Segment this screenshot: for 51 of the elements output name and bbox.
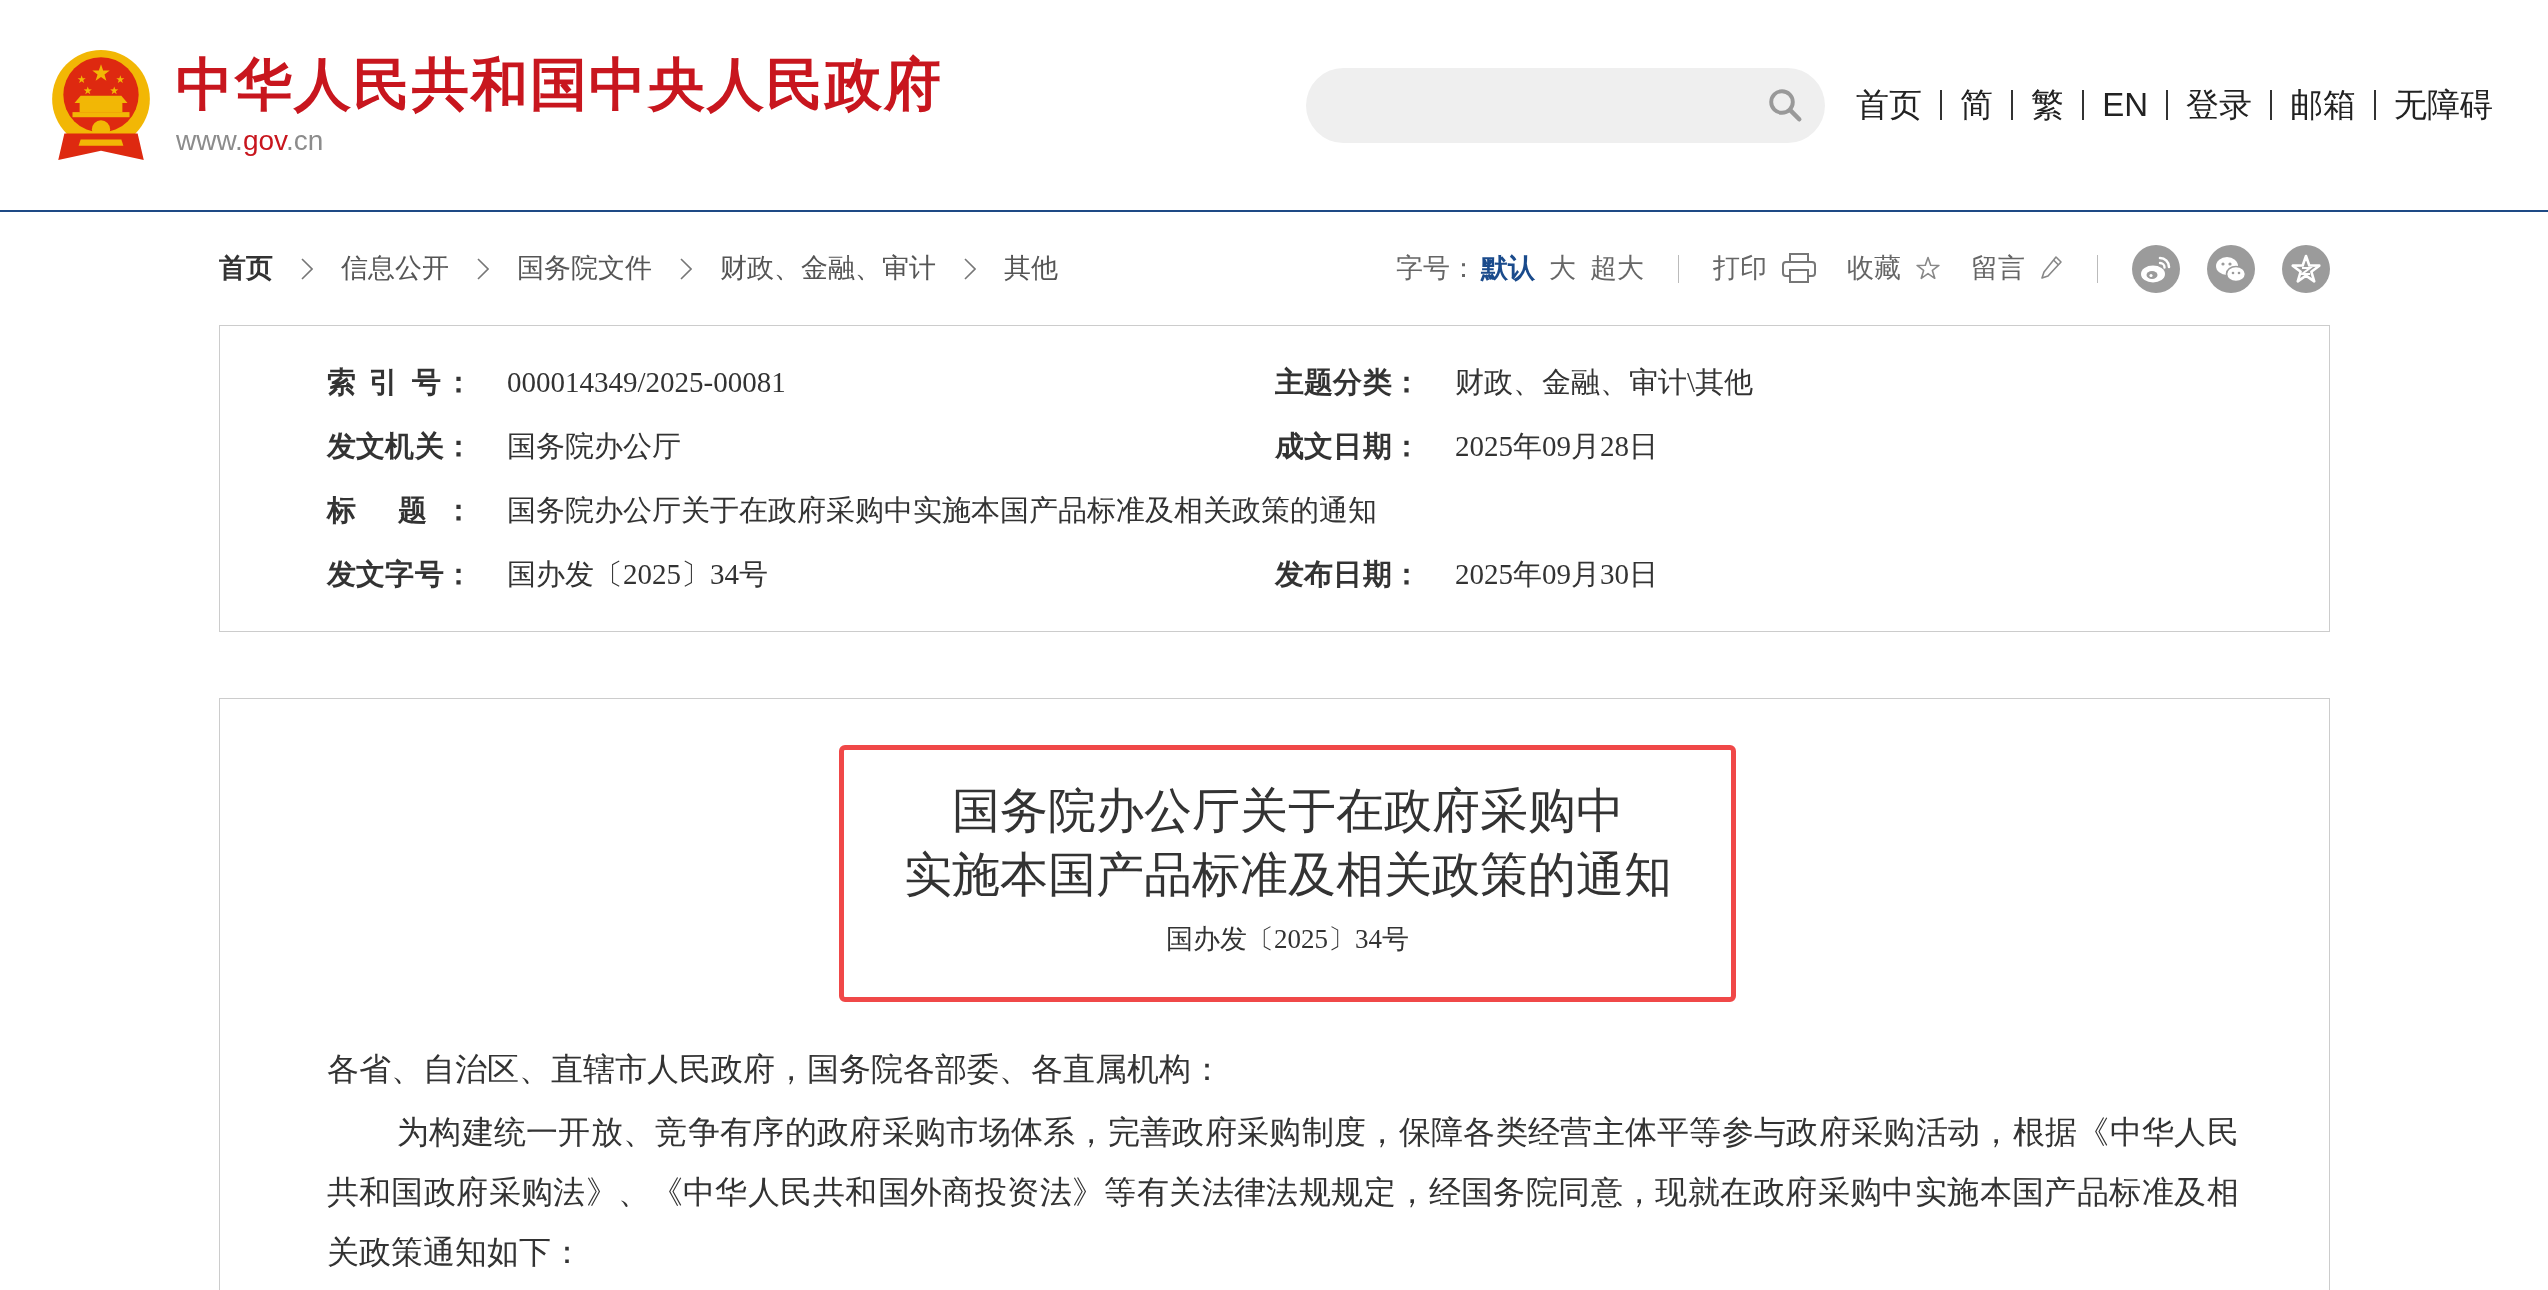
eye-waves-icon[interactable] <box>2131 244 2180 293</box>
breadcrumb-link[interactable]: 国务院文件 <box>516 252 652 285</box>
field-value: 财政、金融、审计\其他 <box>1454 365 1753 400</box>
chevron-right-icon <box>963 257 976 280</box>
salutation-text: 各省、自治区、直辖市人民政府，国务院各部委、各直属机构： <box>326 1050 1223 1089</box>
star-badge-icon[interactable] <box>2281 244 2330 293</box>
printer-icon <box>1780 252 1817 285</box>
field-value: 000014349/2025-00081 <box>506 365 786 400</box>
field-label: 发文机关： <box>326 429 473 464</box>
breadcrumb-link[interactable]: 信息公开 <box>340 252 449 285</box>
favorite-link[interactable]: 收藏 <box>1846 252 1941 285</box>
nav-link[interactable]: EN <box>2102 85 2148 125</box>
document-title: 国务院办公厅关于在政府采购中 实施本国产品标准及相关政策的通知 <box>902 783 1673 903</box>
nav-link[interactable]: 邮箱 <box>2290 85 2356 125</box>
nav-link[interactable]: 简 <box>1960 85 1994 125</box>
font-size-option[interactable]: 超大 <box>1589 252 1644 285</box>
font-size-option[interactable]: 默认 <box>1480 252 1535 285</box>
field-value: 国务院办公厅关于在政府采购中实施本国产品标准及相关政策的通知 <box>506 493 1377 528</box>
chat-bubbles-icon[interactable] <box>2206 244 2255 293</box>
breadcrumb-link[interactable]: 财政、金融、审计 <box>719 252 936 285</box>
field-value: 国务院办公厅 <box>506 429 681 464</box>
field-value: 2025年09月30日 <box>1454 557 1658 592</box>
star-outline-icon <box>1914 255 1941 282</box>
field-value: 2025年09月28日 <box>1454 429 1658 464</box>
nav-link[interactable]: 繁 <box>2031 85 2065 125</box>
chevron-right-icon <box>300 257 313 280</box>
nav-link[interactable]: 登录 <box>2186 85 2252 125</box>
font-size-option[interactable]: 大 <box>1548 252 1576 285</box>
nav-link[interactable]: 首页 <box>1856 85 1923 125</box>
field-value: 国办发〔2025〕34号 <box>506 557 768 592</box>
site-url: www.gov.cn <box>176 123 325 158</box>
field-label: 主题分类： <box>1274 365 1421 400</box>
field-label: 成文日期： <box>1274 429 1421 464</box>
field-label: 标 题： <box>326 493 473 528</box>
search-icon[interactable] <box>1767 87 1804 123</box>
font-size-label: 字号： <box>1395 252 1477 285</box>
print-link[interactable]: 打印 <box>1712 252 1817 285</box>
comment-link[interactable]: 留言 <box>1970 252 2063 285</box>
breadcrumb-link[interactable]: 其他 <box>1003 252 1058 285</box>
chevron-right-icon <box>679 257 692 280</box>
nav-link[interactable]: 无障碍 <box>2394 85 2493 125</box>
field-label: 发文字号： <box>326 557 473 592</box>
site-title: 中华人民共和国中央人民政府 <box>176 52 943 116</box>
breadcrumb-link[interactable]: 首页 <box>218 252 273 285</box>
emblem-icon <box>50 48 152 162</box>
chevron-right-icon <box>476 257 489 280</box>
field-label: 索 引 号： <box>326 365 473 400</box>
field-label: 发布日期： <box>1274 557 1421 592</box>
pencil-icon <box>2038 255 2063 282</box>
document-number: 国办发〔2025〕34号 <box>1166 923 1409 956</box>
body-paragraph: 为构建统一开放、竞争有序的政府采购市场体系，完善政府采购制度，保障各类经营主体平等参与政府采购活动，根据《中华人民共和国政府采购法》、《中华人民共和国外商投资法》等有关法律法规规定，经国务院同意，现就在政府采购中实施本国产品标准及相关政策通知如下： <box>326 1113 2239 1272</box>
